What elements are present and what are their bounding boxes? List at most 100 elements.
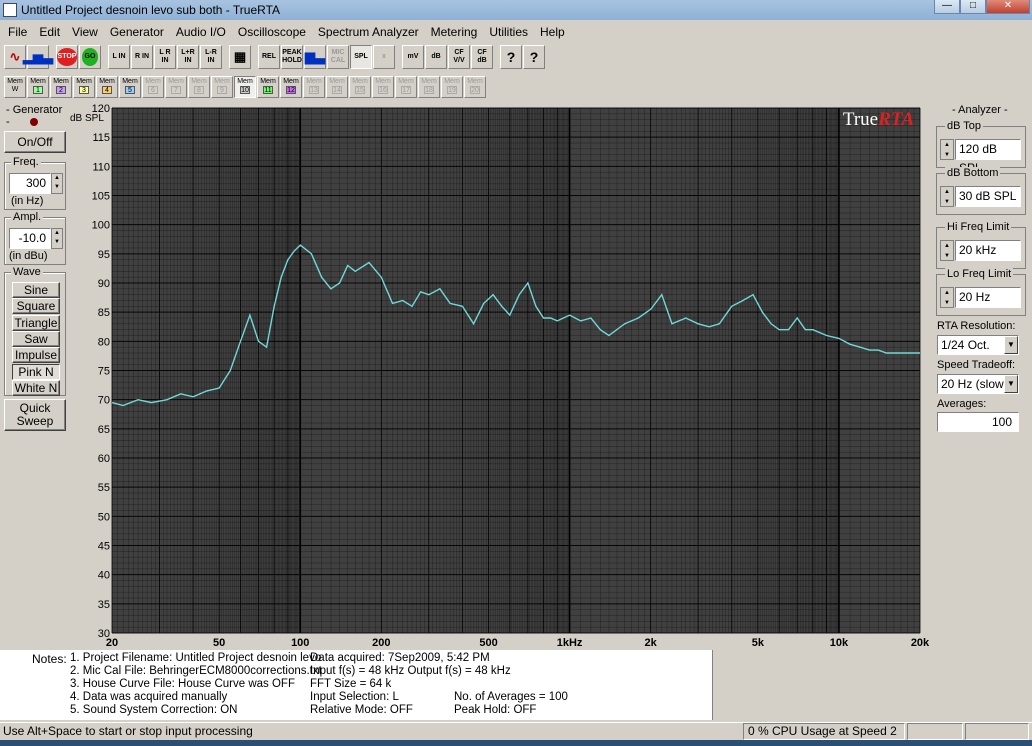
chevron-down-icon[interactable]: ▼: [1004, 336, 1018, 354]
speed-tradeoff-select[interactable]: 20 Hz (slow) ▼: [937, 374, 1019, 394]
memory-prefix: Mem: [237, 78, 253, 85]
db-bottom-spin[interactable]: ▲ ▼: [940, 186, 954, 207]
note-row: 3. House Curve File: House Curve was OFF…: [70, 678, 712, 691]
menu-view[interactable]: View: [66, 25, 104, 39]
generator-onoff-button[interactable]: On/Off: [4, 131, 66, 153]
memory-3-button[interactable]: Mem 3: [73, 76, 95, 98]
menu-file[interactable]: File: [2, 25, 33, 39]
notes-textbox[interactable]: 1. Project Filename: Untitled Project de…: [68, 650, 712, 720]
spl-button[interactable]: SPL: [350, 45, 372, 69]
memory-9-button[interactable]: Mem 9: [211, 76, 233, 98]
chevron-down-icon[interactable]: ▼: [1004, 375, 1018, 393]
memory-prefix: Mem: [352, 78, 368, 85]
bars-icon[interactable]: ▆▃: [304, 45, 326, 69]
memory-10-button[interactable]: Mem 10: [234, 76, 256, 98]
y-tick-label: 75: [98, 366, 110, 378]
mv-button[interactable]: mV: [402, 45, 424, 69]
right-input-button[interactable]: R IN: [131, 45, 153, 69]
wave-triangle-button[interactable]: Triangle: [12, 314, 60, 331]
ampl-spin-button[interactable]: ▲ ▼: [51, 228, 63, 249]
wave-pink-n-button[interactable]: Pink N: [12, 363, 60, 380]
wave-square-button[interactable]: Square: [12, 298, 60, 315]
memory-5-button[interactable]: Mem 5: [119, 76, 141, 98]
quick-sweep-button[interactable]: Quick Sweep: [4, 399, 66, 431]
wave-sine-button[interactable]: Sine: [12, 282, 60, 298]
x-tick-label: 50: [213, 637, 225, 648]
context-help-icon[interactable]: ?: [523, 45, 545, 69]
y-tick-label: 60: [98, 453, 110, 465]
left-input-button[interactable]: L IN: [108, 45, 130, 69]
memory-6-button[interactable]: Mem 6: [142, 76, 164, 98]
wave-white-n-button[interactable]: White N: [12, 379, 60, 396]
lo-freq-spin[interactable]: ▲ ▼: [940, 287, 954, 308]
wave-label: Wave: [11, 266, 43, 278]
freq-spin-button[interactable]: ▲ ▼: [51, 173, 63, 194]
memory-19-button[interactable]: Mem 19: [441, 76, 463, 98]
db-top-field[interactable]: 120 dB SPL: [955, 139, 1021, 175]
ampl-input[interactable]: -10.0: [9, 228, 51, 249]
hi-freq-label: Hi Freq Limit: [945, 221, 1012, 233]
cf-db-button[interactable]: CF dB: [471, 45, 493, 69]
memory-13-button[interactable]: Mem 13: [303, 76, 325, 98]
status-bar: Use Alt+Space to start or stop input pro…: [0, 722, 1032, 740]
memory-4-button[interactable]: Mem 4: [96, 76, 118, 98]
memory-14-button[interactable]: Mem 14: [326, 76, 348, 98]
memory-20-button[interactable]: Mem 20: [464, 76, 486, 98]
memory-11-button[interactable]: Mem 11: [257, 76, 279, 98]
rta-resolution-select[interactable]: 1/24 Oct. ▼: [937, 335, 1019, 355]
memory-16-button[interactable]: Mem 16: [372, 76, 394, 98]
clear-button[interactable]: x: [373, 45, 395, 69]
memory-18-button[interactable]: Mem 18: [418, 76, 440, 98]
averages-field[interactable]: 100: [937, 412, 1019, 432]
y-tick-label: 100: [92, 220, 110, 232]
menu-audio-i-o[interactable]: Audio I/O: [170, 25, 232, 39]
menu-utilities[interactable]: Utilities: [483, 25, 534, 39]
grid-icon[interactable]: ▦: [229, 45, 251, 69]
memory-7-button[interactable]: Mem 7: [165, 76, 187, 98]
menu-spectrum-analyzer[interactable]: Spectrum Analyzer: [312, 25, 425, 39]
minimize-button[interactable]: —: [934, 0, 960, 14]
menu-oscilloscope[interactable]: Oscilloscope: [232, 25, 312, 39]
memory-8-button[interactable]: Mem 8: [188, 76, 210, 98]
diff-input-button[interactable]: L-R IN: [200, 45, 222, 69]
cf-vv-button[interactable]: CF V/V: [448, 45, 470, 69]
wave-saw-button[interactable]: Saw: [12, 330, 60, 347]
memory-17-button[interactable]: Mem 17: [395, 76, 417, 98]
memory-12-button[interactable]: Mem 12: [280, 76, 302, 98]
go-button-label: GO: [81, 48, 99, 66]
memory-number: 15: [355, 86, 365, 94]
memory-2-button[interactable]: Mem 2: [50, 76, 72, 98]
go-button[interactable]: GO: [79, 45, 101, 69]
db-top-label: dB Top: [945, 120, 984, 132]
sum-input-button[interactable]: L+R IN: [177, 45, 199, 69]
db-bottom-field[interactable]: 30 dB SPL: [955, 186, 1021, 207]
db-top-spin[interactable]: ▲ ▼: [940, 139, 954, 160]
y-tick-label: 45: [98, 541, 110, 553]
menu-metering[interactable]: Metering: [425, 25, 484, 39]
menu-help[interactable]: Help: [534, 25, 571, 39]
menu-generator[interactable]: Generator: [104, 25, 170, 39]
memory-1-button[interactable]: Mem 1: [27, 76, 49, 98]
menu-edit[interactable]: Edit: [33, 25, 66, 39]
relative-button[interactable]: REL: [258, 45, 280, 69]
wave-impulse-button[interactable]: Impulse: [12, 347, 60, 364]
app-icon: [3, 3, 17, 17]
close-button[interactable]: ✕: [986, 0, 1030, 14]
lo-freq-field[interactable]: 20 Hz: [955, 287, 1021, 308]
left-input-button-label: L IN: [112, 53, 126, 60]
peak-hold-button[interactable]: PEAK HOLD: [281, 45, 303, 69]
left-right-input-button[interactable]: L R IN: [154, 45, 176, 69]
maximize-button[interactable]: □: [960, 0, 986, 14]
hi-freq-field[interactable]: 20 kHz: [955, 240, 1021, 261]
memory-w-button[interactable]: Mem W: [4, 76, 26, 98]
relative-button-label: REL: [262, 53, 276, 60]
freq-input[interactable]: 300: [9, 173, 51, 194]
memory-number: 3: [79, 86, 89, 94]
spectrum-icon[interactable]: ▂▅▃: [23, 45, 53, 69]
hi-freq-spin[interactable]: ▲ ▼: [940, 240, 954, 261]
help-icon[interactable]: ?: [500, 45, 522, 69]
mic-cal-button[interactable]: MIC CAL: [327, 45, 349, 69]
memory-15-button[interactable]: Mem 15: [349, 76, 371, 98]
db-button[interactable]: dB: [425, 45, 447, 69]
stop-button[interactable]: STOP: [56, 45, 78, 69]
